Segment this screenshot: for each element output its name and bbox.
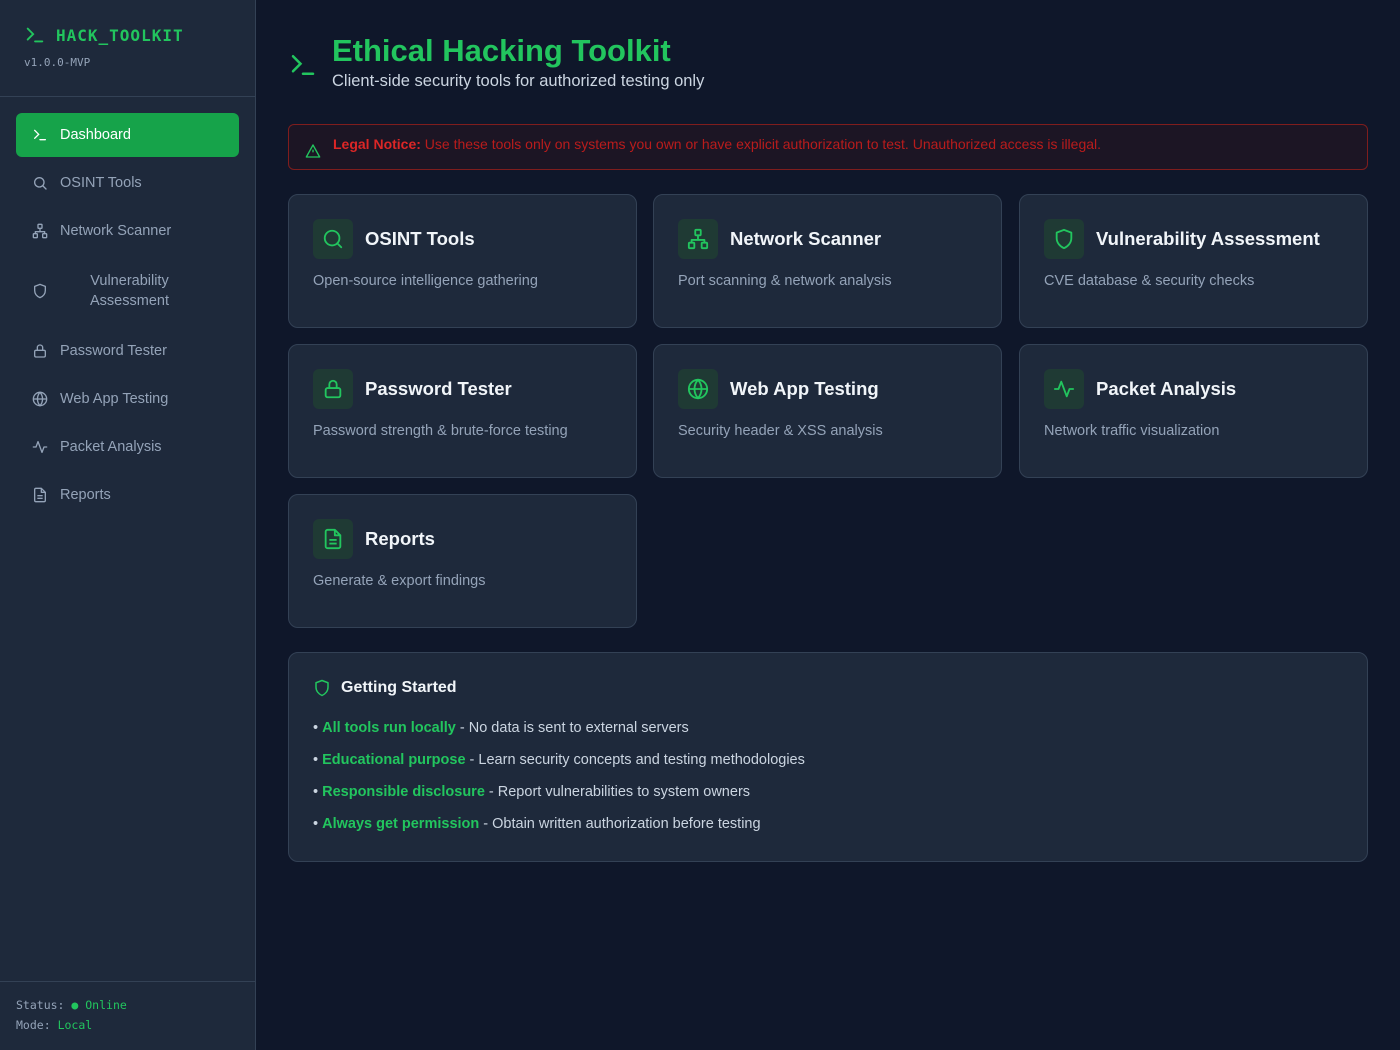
file-icon [313, 519, 353, 559]
sidebar-footer: Status: ● Online Mode: Local [0, 981, 255, 1050]
sidebar-item-osint[interactable]: OSINT Tools [16, 161, 239, 205]
item-emphasis: Responsible disclosure [322, 784, 485, 800]
sidebar-item-dashboard[interactable]: Dashboard [16, 113, 239, 157]
page-subtitle: Client-side security tools for authorize… [332, 72, 705, 90]
item-emphasis: Educational purpose [322, 752, 466, 768]
sidebar-item-reports[interactable]: Reports [16, 473, 239, 517]
terminal-icon [32, 127, 48, 143]
sidebar-nav: Dashboard OSINT Tools Network Scanner Vu… [0, 97, 255, 517]
sidebar-item-password-tester[interactable]: Password Tester [16, 329, 239, 373]
item-emphasis: Always get permission [322, 816, 480, 832]
card-description: CVE database & security checks [1044, 273, 1255, 289]
mode-label: Mode: [16, 1018, 51, 1032]
lock-icon [32, 343, 48, 359]
sidebar-item-label: Dashboard [60, 127, 131, 143]
card-description: Password strength & brute-force testing [313, 423, 568, 439]
status-line: Status: ● Online [16, 998, 255, 1018]
item-text: - No data is sent to external servers [455, 720, 689, 736]
sidebar-item-label: OSINT Tools [60, 175, 142, 191]
bullet: • [313, 720, 319, 736]
tool-card-network-scanner[interactable]: Network Scanner Port scanning & network … [653, 194, 1002, 328]
card-title: Password Tester [365, 378, 512, 399]
shield-icon [315, 679, 329, 697]
bullet: • [313, 752, 319, 768]
brand: HACK_TOOLKIT v1.0.0-MVP [0, 0, 255, 97]
shield-icon [32, 283, 48, 299]
notice-label: Legal Notice: [333, 136, 421, 152]
card-title: Web App Testing [730, 378, 879, 399]
sidebar-item-vulnerability[interactable]: Vulnerability Assessment [16, 257, 239, 325]
search-icon [32, 175, 48, 191]
getting-started-heading: Getting Started [313, 677, 1343, 699]
globe-icon [678, 369, 718, 409]
getting-started-panel: Getting Started • All tools run locally … [288, 652, 1368, 862]
sidebar-item-label: Vulnerability Assessment [90, 273, 169, 309]
terminal-icon [26, 27, 44, 43]
bullet: • [313, 816, 319, 832]
activity-icon [32, 439, 48, 455]
tool-card-osint[interactable]: OSINT Tools Open-source intelligence gat… [288, 194, 637, 328]
app-name: HACK_TOOLKIT [56, 25, 184, 45]
notice-body: Use these tools only on systems you own … [424, 136, 1102, 152]
network-icon [32, 223, 48, 239]
brand-title[interactable]: HACK_TOOLKIT [24, 24, 255, 46]
item-text: - Obtain written authorization before te… [479, 816, 761, 832]
card-description: Open-source intelligence gathering [313, 273, 538, 289]
card-title: Network Scanner [730, 228, 882, 249]
sidebar-item-network-scanner[interactable]: Network Scanner [16, 209, 239, 253]
list-item: • Always get permission - Obtain written… [313, 816, 1343, 848]
list-item: • Responsible disclosure - Report vulner… [313, 784, 1343, 816]
legal-notice: Legal Notice: Use these tools only on sy… [288, 124, 1368, 170]
sidebar-item-label: Web App Testing [60, 391, 169, 407]
page-title: Ethical Hacking Toolkit [332, 33, 671, 68]
sidebar-item-label: Network Scanner [60, 223, 172, 239]
tool-card-password-tester[interactable]: Password Tester Password strength & brut… [288, 344, 637, 478]
card-title: Vulnerability Assessment [1096, 228, 1320, 249]
status-value: ● Online [71, 998, 127, 1012]
getting-started-list: • All tools run locally - No data is sen… [313, 720, 1343, 848]
list-item: • Educational purpose - Learn security c… [313, 752, 1343, 784]
card-description: Security header & XSS analysis [678, 423, 883, 439]
mode-value: Local [57, 1018, 93, 1032]
sidebar-item-label: Packet Analysis [60, 439, 162, 455]
sidebar-item-web-app-testing[interactable]: Web App Testing [16, 377, 239, 421]
item-text: - Report vulnerabilities to system owner… [484, 784, 751, 800]
list-item: • All tools run locally - No data is sen… [313, 720, 1343, 752]
card-description: Network traffic visualization [1044, 423, 1220, 439]
sidebar-item-label: Password Tester [60, 343, 167, 359]
mode-line: Mode: Local [16, 1018, 255, 1038]
sidebar: HACK_TOOLKIT v1.0.0-MVP Dashboard OSINT … [0, 0, 256, 1050]
tool-card-reports[interactable]: Reports Generate & export findings [288, 494, 637, 628]
notice-text: Legal Notice: Use these tools only on sy… [333, 136, 1101, 152]
shield-icon [1044, 219, 1084, 259]
activity-icon [1044, 369, 1084, 409]
tool-card-packet-analysis[interactable]: Packet Analysis Network traffic visualiz… [1019, 344, 1368, 478]
item-emphasis: All tools run locally [322, 720, 456, 736]
search-icon [313, 219, 353, 259]
globe-icon [32, 391, 48, 407]
network-icon [678, 219, 718, 259]
card-title: OSINT Tools [365, 228, 475, 249]
bullet: • [313, 784, 319, 800]
card-description: Generate & export findings [313, 573, 486, 589]
item-text: - Learn security concepts and testing me… [465, 752, 805, 768]
warning-icon [305, 144, 321, 158]
card-title: Reports [365, 528, 435, 549]
getting-started-title: Getting Started [341, 679, 457, 696]
card-title: Packet Analysis [1096, 378, 1237, 399]
page-header: Ethical Hacking Toolkit Client-side secu… [288, 32, 704, 91]
status-label: Status: [16, 998, 65, 1012]
terminal-icon [291, 55, 315, 75]
tool-card-vulnerability[interactable]: Vulnerability Assessment CVE database & … [1019, 194, 1368, 328]
app-version: v1.0.0-MVP [24, 56, 91, 69]
file-icon [32, 487, 48, 503]
lock-icon [313, 369, 353, 409]
tool-card-web-app-testing[interactable]: Web App Testing Security header & XSS an… [653, 344, 1002, 478]
card-description: Port scanning & network analysis [678, 273, 892, 289]
sidebar-item-packet-analysis[interactable]: Packet Analysis [16, 425, 239, 469]
sidebar-item-label: Reports [60, 487, 111, 503]
